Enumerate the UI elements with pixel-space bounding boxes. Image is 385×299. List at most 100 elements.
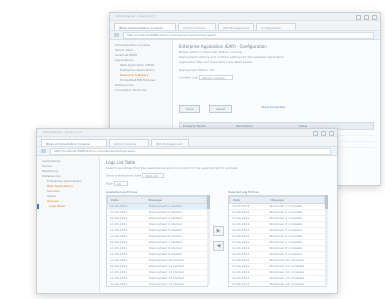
cell: 12-04-2011 bbox=[232, 240, 250, 244]
scroll-thumb[interactable] bbox=[325, 195, 328, 209]
cell: Shutdown 1 complete bbox=[269, 204, 303, 208]
cell: 12-04-2011 bbox=[232, 270, 250, 274]
front-nav-icon[interactable] bbox=[41, 149, 46, 153]
add-arrow-icon[interactable]: ▶ bbox=[213, 226, 224, 236]
cell: Deployment 4 started bbox=[149, 222, 182, 226]
cell: 11-04-2011 bbox=[110, 246, 128, 250]
available-entries-list[interactable]: Date Message 11-04-2011 Deployment 1 star… bbox=[106, 195, 208, 287]
selected-entries-list[interactable]: Date Message 12-04-2011 Shutdown 1 comple… bbox=[228, 195, 326, 287]
front-url-field[interactable]: http://localhost:8080/admin-console/secu… bbox=[50, 147, 331, 155]
cell: Shutdown 13 complete bbox=[269, 276, 305, 280]
back-status-text: Deployment Status: UP bbox=[179, 68, 214, 72]
back-button-row: Save Reset Show Properties bbox=[179, 95, 374, 114]
col-header-date[interactable]: Date bbox=[108, 197, 146, 203]
cell: 11-04-2011 bbox=[110, 222, 128, 226]
scroll-thumb[interactable] bbox=[207, 195, 210, 209]
move-buttons: ▶ ◀ bbox=[213, 226, 224, 251]
back-tab-2[interactable]: Admin Console bbox=[178, 23, 216, 30]
front-tab-1[interactable]: JBoss Administration Console bbox=[41, 139, 107, 146]
cell: Deployment 6 started bbox=[149, 234, 182, 238]
right-list-header: Date Message bbox=[229, 196, 325, 204]
close-icon[interactable] bbox=[329, 131, 334, 136]
cell: 11-04-2011 bbox=[110, 282, 128, 286]
left-list-header: Date Message bbox=[107, 196, 207, 204]
back-info-line: Application files and descriptors are li… bbox=[179, 60, 252, 64]
right-rows: 12-04-2011 Shutdown 1 complete 12-04-2011 S… bbox=[229, 204, 325, 286]
back-window-title: AdminServer - jboss 4.2.3 bbox=[116, 14, 155, 18]
front-sidebar-item-selected[interactable]: Logs Panel bbox=[37, 204, 99, 209]
list-item[interactable]: 11-04-2011 Deployment 14 started bbox=[107, 282, 207, 286]
show-properties-link[interactable]: Show Properties bbox=[261, 105, 285, 110]
back-address-bar: http://localhost:8080/admin-console/secu… bbox=[110, 31, 380, 40]
minimize-icon[interactable] bbox=[356, 15, 361, 20]
left-scrollbar[interactable] bbox=[207, 195, 210, 285]
back-context-root-field[interactable]: /admin-console bbox=[198, 75, 233, 80]
back-url-field[interactable]: http://localhost:8080/admin-console/secu… bbox=[123, 31, 374, 39]
cell: Deployment 11 started bbox=[149, 264, 184, 268]
left-rows: 11-04-2011 Deployment 1 started 11-04-2011… bbox=[107, 204, 207, 286]
col-header-message[interactable]: Message bbox=[267, 197, 324, 203]
cell: 11-04-2011 bbox=[110, 264, 128, 268]
front-filter2-row: Type All bbox=[106, 180, 331, 187]
col-header-date[interactable]: Date bbox=[230, 197, 267, 203]
cell: 12-04-2011 bbox=[232, 210, 250, 214]
front-sidebar: Applications Server Monitoring Datasourc… bbox=[37, 156, 100, 293]
cell: 11-04-2011 bbox=[110, 240, 128, 244]
front-description: Select log entries from the available li… bbox=[106, 166, 238, 170]
cell: 11-04-2011 bbox=[110, 216, 128, 220]
front-titlebar: AdminServer - jboss 4.2.3 bbox=[37, 129, 337, 137]
back-tab-4[interactable]: Configuration bbox=[256, 23, 296, 30]
back-field-row: Context root /admin-console bbox=[179, 75, 374, 81]
right-scrollbar[interactable] bbox=[325, 195, 328, 285]
cell: Deployment 10 started bbox=[149, 258, 184, 262]
front-window-controls bbox=[313, 131, 334, 136]
col-header-message[interactable]: Message bbox=[146, 197, 207, 203]
minimize-icon[interactable] bbox=[313, 131, 318, 136]
cell: 12-04-2011 bbox=[232, 276, 250, 280]
cell: Shutdown 2 complete bbox=[269, 210, 303, 214]
front-window-title: AdminServer - jboss 4.2.3 bbox=[43, 130, 82, 134]
filter2-label: Type bbox=[106, 181, 113, 185]
cell: Deployment 8 started bbox=[149, 246, 182, 250]
front-tab-2[interactable]: Admin Console bbox=[109, 139, 149, 146]
cell: 12-04-2011 bbox=[232, 228, 250, 232]
back-tab-bar: JBoss Administration Console Admin Conso… bbox=[110, 21, 380, 31]
cell: Shutdown 11 complete bbox=[269, 264, 305, 268]
cell: 12-04-2011 bbox=[232, 258, 250, 262]
cell: Deployment 13 started bbox=[149, 276, 184, 280]
back-sidebar-item[interactable]: Connection Factories bbox=[110, 88, 172, 93]
front-tab-3[interactable]: JMX Management bbox=[151, 139, 189, 146]
back-tab-3[interactable]: JMX Management bbox=[218, 23, 254, 30]
back-window-controls bbox=[356, 15, 377, 20]
list-item[interactable]: 12-04-2011 Shutdown 14 complete bbox=[229, 282, 325, 286]
close-icon[interactable] bbox=[372, 15, 377, 20]
cell: Shutdown 10 complete bbox=[269, 258, 305, 262]
cell: 11-04-2011 bbox=[110, 204, 128, 208]
cell: 12-04-2011 bbox=[232, 252, 250, 256]
cell: Deployment 2 started bbox=[149, 210, 182, 214]
cell: Deployment 3 started bbox=[149, 216, 182, 220]
cell: Shutdown 9 complete bbox=[269, 252, 303, 256]
cell: 12-04-2011 bbox=[232, 234, 250, 238]
cell: 12-04-2011 bbox=[232, 216, 250, 220]
cell: Deployment 12 started bbox=[149, 270, 184, 274]
maximize-icon[interactable] bbox=[321, 131, 326, 136]
cell: Shutdown 8 complete bbox=[269, 246, 303, 250]
back-tab-1[interactable]: JBoss Administration Console bbox=[114, 23, 176, 30]
filter-type-select[interactable]: All bbox=[113, 180, 128, 186]
save-button[interactable]: Save bbox=[179, 104, 201, 113]
remove-arrow-icon[interactable]: ◀ bbox=[213, 241, 224, 251]
front-tab-bar: JBoss Administration Console Admin Conso… bbox=[37, 137, 337, 147]
cell: Deployment 5 started bbox=[149, 228, 182, 232]
filter-date-field[interactable]: 2011-04 bbox=[142, 173, 165, 178]
filter-label: Show entries from date bbox=[106, 173, 142, 178]
maximize-icon[interactable] bbox=[364, 15, 369, 20]
cell: Deployment 14 started bbox=[149, 282, 184, 286]
reset-button[interactable]: Reset bbox=[209, 104, 232, 113]
cell: 11-04-2011 bbox=[110, 276, 128, 280]
cell: Shutdown 14 complete bbox=[269, 282, 305, 286]
back-nav-icon[interactable] bbox=[114, 33, 119, 37]
front-address-bar: http://localhost:8080/admin-console/secu… bbox=[37, 147, 337, 156]
cell: 12-04-2011 bbox=[232, 204, 250, 208]
cell: 12-04-2011 bbox=[232, 246, 250, 250]
